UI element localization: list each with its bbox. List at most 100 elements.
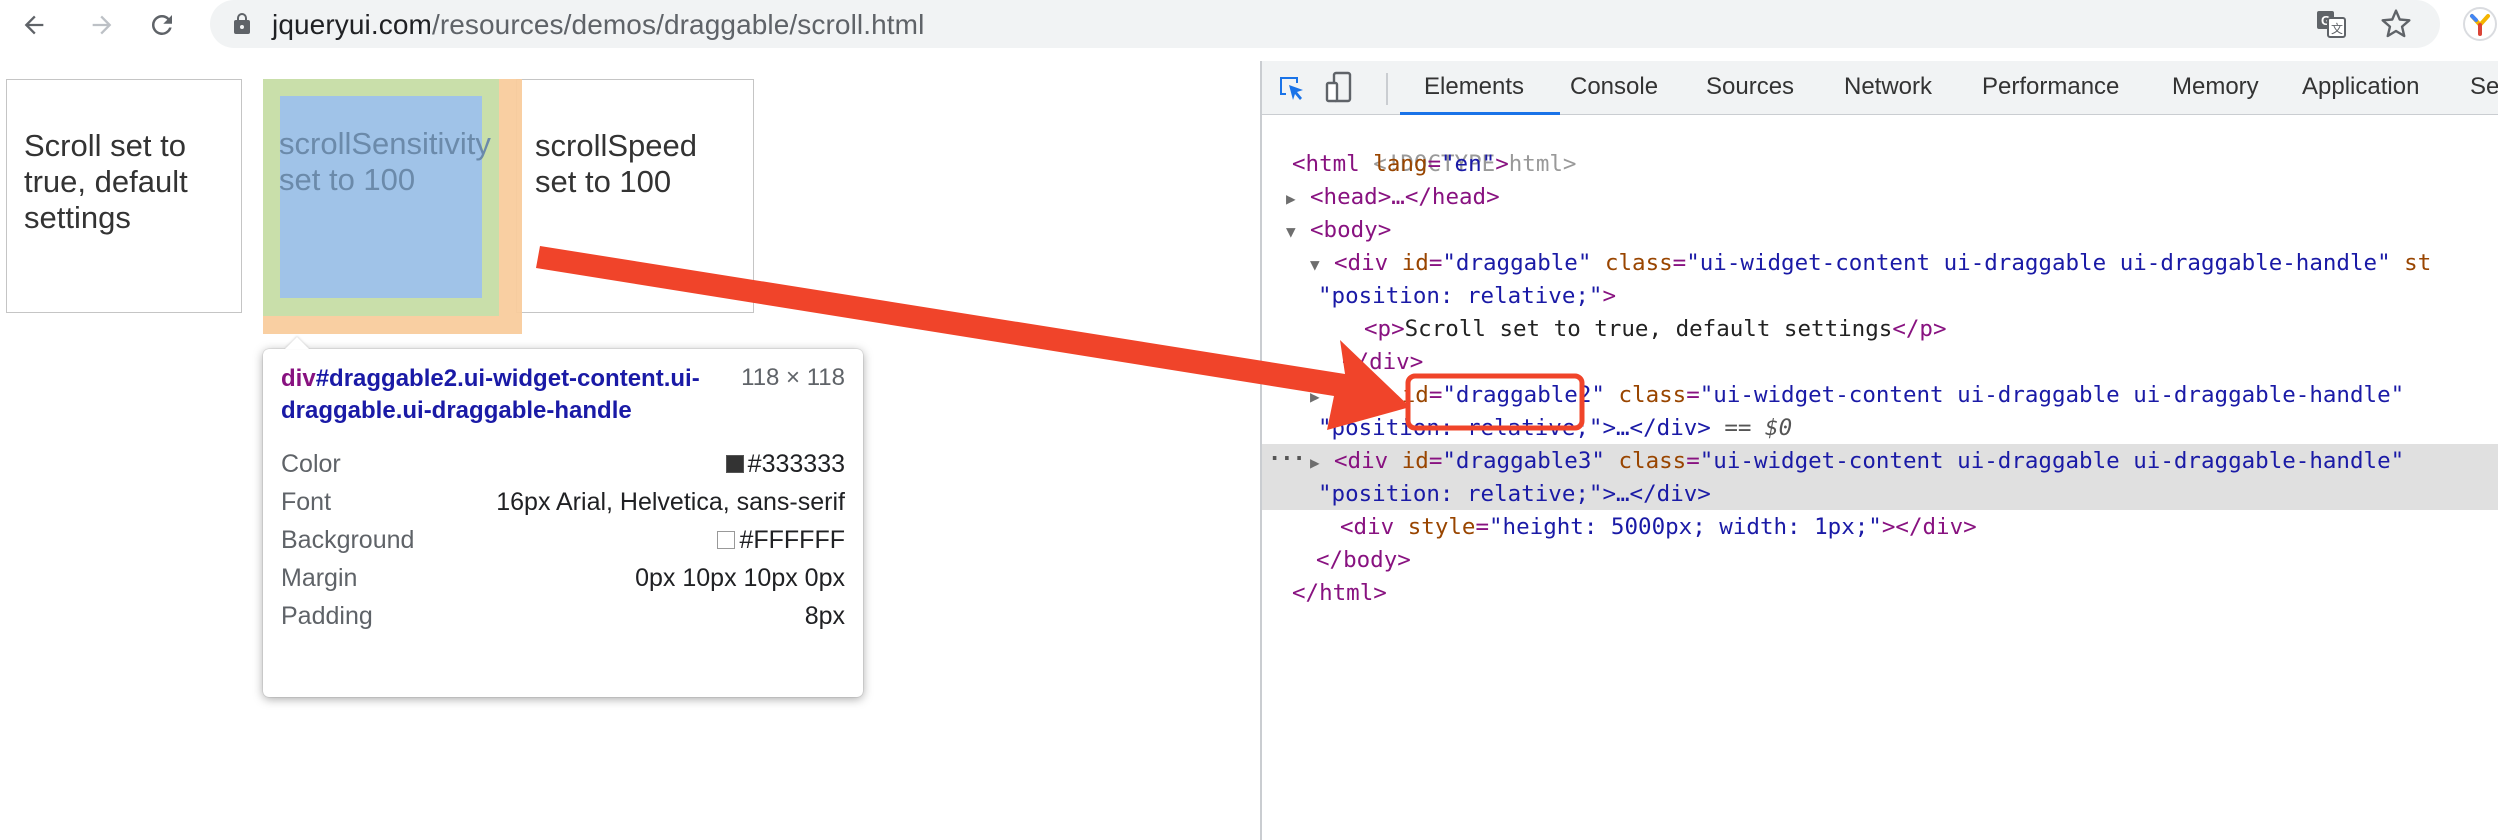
tag-name: div: [1347, 250, 1389, 276]
dom-line-html[interactable]: <html lang="en">: [1292, 148, 1509, 181]
attr-value: "height: 5000px; width: 1px;": [1489, 514, 1882, 540]
svg-text:文: 文: [2331, 21, 2343, 36]
tooltip-row-padding: Padding 8px: [281, 599, 845, 633]
head-collapsed: <head>…</head>: [1310, 184, 1500, 210]
toolbar-divider: [1386, 73, 1388, 105]
collapse-triangle-icon[interactable]: ▼: [1310, 248, 1334, 281]
tab-performance[interactable]: Performance: [1982, 73, 2119, 101]
inspect-tooltip: div#draggable2.ui-widget-content.ui-drag…: [263, 337, 863, 697]
address-bar[interactable]: jqueryui.com/resources/demos/draggable/s…: [210, 0, 2440, 48]
dom-line-div-draggable[interactable]: ▼ <div id="draggable" class="ui-widget-co…: [1310, 247, 2431, 280]
attr-value: "position: relative;": [1318, 283, 1603, 309]
dom-line-div-draggable3[interactable]: ▶ <div id="draggable3" class="ui-widget-c…: [1310, 445, 2404, 478]
tooltip-value: #FFFFFF: [717, 523, 845, 557]
tooltip-arrow: [285, 337, 309, 349]
attr-name: id: [1401, 250, 1429, 276]
device-toolbar-icon[interactable]: [1324, 71, 1356, 105]
page-viewport: Scroll set to true, default settings scr…: [0, 61, 1260, 840]
back-button[interactable]: [12, 3, 56, 47]
html-close: </html>: [1292, 580, 1387, 606]
tooltip-selector-tag: div: [281, 365, 316, 392]
node-actions-ellipsis[interactable]: ···: [1268, 447, 1306, 472]
tab-application[interactable]: Application: [2302, 73, 2419, 101]
tooltip-selector-rest: #draggable2.ui-widget-content.ui-draggab…: [281, 365, 700, 424]
tag-name: div: [1347, 382, 1389, 408]
tab-console[interactable]: Console: [1570, 73, 1658, 101]
draggable-box-3[interactable]: scrollSpeed set to 100: [516, 79, 754, 313]
tooltip-selector: div#draggable2.ui-widget-content.ui-drag…: [281, 363, 731, 427]
dom-line-style-continuation[interactable]: "position: relative;">…</div> == $0: [1318, 412, 1792, 445]
attr-value: "draggable2": [1442, 382, 1605, 408]
dom-tree: ··· <!DOCTYPE html> <html lang="en"> ▶ <h…: [1262, 115, 2498, 840]
dom-line-spacer-div[interactable]: <div style="height: 5000px; width: 1px;"…: [1340, 511, 1977, 544]
expand-triangle-icon[interactable]: ▶: [1286, 182, 1310, 215]
tooltip-value: #333333: [725, 447, 845, 481]
selected-marker: == $0: [1724, 415, 1793, 441]
profile-avatar-icon[interactable]: [2462, 6, 2498, 42]
dom-line-p[interactable]: <p>Scroll set to true, default settings<…: [1364, 313, 1947, 346]
reload-button[interactable]: [140, 3, 184, 47]
draggable-box-1[interactable]: Scroll set to true, default settings: [6, 79, 242, 313]
url-host: jqueryui.com: [272, 9, 432, 40]
tab-overflow[interactable]: Se: [2470, 73, 2498, 101]
bookmark-star-icon[interactable]: [2380, 8, 2412, 40]
box-1-text: Scroll set to true, default settings: [24, 128, 188, 235]
tooltip-value: 16px Arial, Helvetica, sans-serif: [496, 488, 845, 516]
collapse-triangle-icon[interactable]: ▼: [1286, 215, 1310, 248]
dom-line-doctype[interactable]: <!DOCTYPE html>: [1292, 115, 1576, 177]
attr-name: class: [1604, 250, 1673, 276]
tab-memory[interactable]: Memory: [2172, 73, 2259, 101]
div-close: </div>: [1342, 349, 1424, 375]
attr-name: st: [2390, 250, 2432, 276]
dom-line-head[interactable]: ▶ <head>…</head>: [1286, 181, 1500, 214]
arrow-left-icon: [24, 15, 44, 35]
devtools-panel: Elements Console Sources Network Perform…: [1260, 61, 2498, 840]
tooltip-size: 118 × 118: [741, 364, 845, 391]
expand-triangle-icon[interactable]: ▶: [1310, 446, 1334, 479]
attr-value: "draggable3": [1442, 448, 1605, 474]
dom-line-body[interactable]: ▼ <body>: [1286, 214, 1391, 247]
attr-value: "ui-widget-content ui-draggable ui-dragg…: [1686, 250, 2391, 276]
expand-triangle-icon[interactable]: ▶: [1310, 380, 1334, 413]
inspect-element-icon[interactable]: [1276, 73, 1308, 105]
tooltip-row-font: Font 16px Arial, Helvetica, sans-serif: [281, 485, 845, 519]
tooltip-row-margin: Margin 0px 10px 10px 0px: [281, 561, 845, 595]
attr-name: class: [1618, 382, 1687, 408]
tooltip-value-text: #333333: [747, 450, 845, 478]
dom-line-style-continuation[interactable]: "position: relative;">…</div>: [1318, 478, 1711, 511]
reload-icon: [151, 14, 172, 35]
attr-name: style: [1407, 514, 1476, 540]
attr-value: "ui-widget-content ui-draggable ui-dragg…: [1699, 448, 2405, 474]
box-3-text: scrollSpeed set to 100: [535, 128, 697, 199]
tag-name: div: [1353, 514, 1395, 540]
body-close: </body>: [1316, 547, 1411, 573]
tooltip-key: Color: [281, 450, 341, 478]
tag-name: html: [1305, 151, 1360, 177]
tab-network[interactable]: Network: [1844, 73, 1932, 101]
attr-name: id: [1401, 382, 1429, 408]
forward-button[interactable]: [80, 3, 124, 47]
devtools-tabbar: Elements Console Sources Network Perform…: [1262, 61, 2498, 115]
dom-line-style-continuation[interactable]: "position: relative;">: [1318, 280, 1616, 313]
color-swatch: [725, 455, 744, 473]
dom-line-div-draggable2[interactable]: ▶ <div id="draggable2" class="ui-widget-c…: [1310, 379, 2404, 412]
tag-name: div: [1347, 448, 1389, 474]
tab-sources[interactable]: Sources: [1706, 73, 1794, 101]
attr-name: lang: [1373, 151, 1428, 177]
attr-value: "ui-widget-content ui-draggable ui-dragg…: [1699, 382, 2405, 408]
p-text: Scroll set to true, default settings: [1404, 316, 1893, 342]
dom-line-html-close[interactable]: </html>: [1292, 577, 1387, 610]
tooltip-key: Background: [281, 526, 415, 554]
tooltip-key: Font: [281, 488, 332, 516]
translate-icon[interactable]: G 文: [2316, 10, 2346, 38]
url-text: jqueryui.com/resources/demos/draggable/s…: [272, 9, 924, 41]
dom-line-body-close[interactable]: </body>: [1316, 544, 1411, 577]
tab-elements[interactable]: Elements: [1424, 73, 1524, 101]
attr-value: "en": [1441, 151, 1496, 177]
tooltip-row-color: Color #333333: [281, 447, 845, 481]
browser-toolbar: jqueryui.com/resources/demos/draggable/s…: [0, 0, 2498, 50]
dom-line-div-close[interactable]: </div>: [1342, 346, 1423, 379]
attr-name: id: [1401, 448, 1429, 474]
tooltip-value: 8px: [804, 602, 845, 630]
div-close: </div>: [1895, 514, 1977, 540]
